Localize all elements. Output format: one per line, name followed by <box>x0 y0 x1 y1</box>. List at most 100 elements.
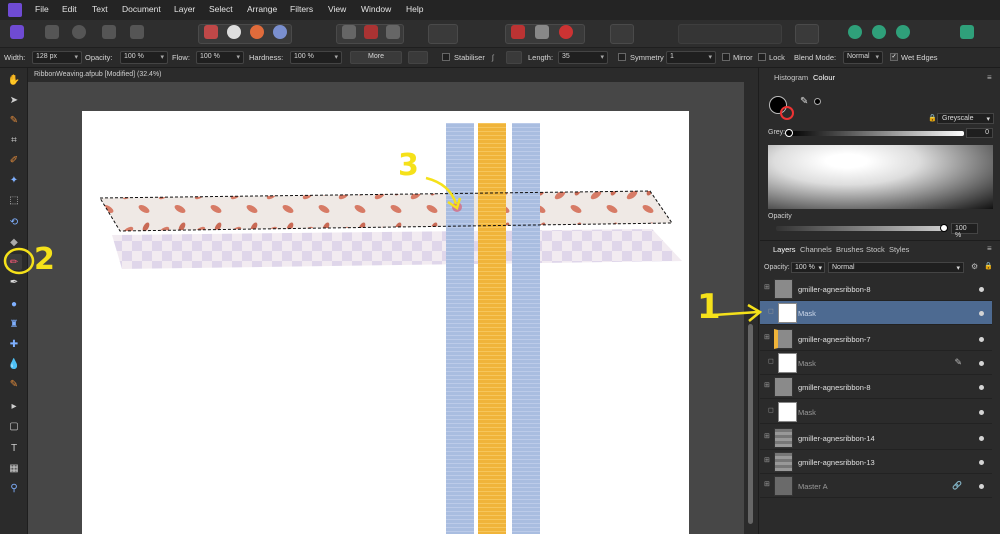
colour-opacity-slider[interactable] <box>776 226 944 231</box>
eyedropper-icon[interactable]: ✎ <box>800 96 808 107</box>
assistant-icon[interactable] <box>511 25 525 39</box>
menu-view[interactable]: View <box>328 4 346 14</box>
layer-row[interactable]: ⊞ gmiller-agnesribbon-8 <box>760 375 992 399</box>
colour-picker-tool-icon[interactable]: ✎ <box>6 112 22 128</box>
layer-row[interactable]: ◻ Mask ✎ <box>760 351 992 375</box>
contrast-icon[interactable] <box>227 25 241 39</box>
healing-tool-icon[interactable]: ✚ <box>6 336 22 352</box>
sync-icon[interactable] <box>102 25 116 39</box>
recent-colour-swatch[interactable] <box>814 98 821 105</box>
visibility-icon[interactable] <box>979 287 984 292</box>
colour-opacity-knob[interactable] <box>940 224 948 232</box>
menu-text[interactable]: Text <box>92 4 108 14</box>
layers-menu-icon[interactable]: ≡ <box>987 244 992 253</box>
stroke-colour-swatch[interactable] <box>780 106 794 120</box>
align-button[interactable] <box>795 24 819 44</box>
studio-icon-2[interactable] <box>872 25 886 39</box>
marquee-tool-icon[interactable]: ⬚ <box>6 192 22 208</box>
menu-edit[interactable]: Edit <box>62 4 77 14</box>
menu-document[interactable]: Document <box>122 4 161 14</box>
layer-row[interactable]: ⊞ gmiller-agnesribbon-8 <box>760 277 992 301</box>
expand-icon[interactable]: ⊞ <box>764 381 770 389</box>
document-tab[interactable]: RibbonWeaving.afpub [Modified] (32.4%) <box>28 68 758 82</box>
tab-colour[interactable]: Colour <box>813 73 835 82</box>
tab-stock[interactable]: Stock <box>866 245 885 254</box>
visibility-icon[interactable] <box>979 311 984 316</box>
colour-wheel-icon[interactable] <box>250 25 264 39</box>
symmetry-field[interactable]: 1 ▾ <box>666 51 716 64</box>
wet-edges-checkbox[interactable]: ✓ <box>890 53 898 61</box>
designer-persona-icon[interactable] <box>72 25 86 39</box>
hand-tool-icon[interactable]: ✋ <box>6 72 22 88</box>
lock-checkbox[interactable] <box>758 53 766 61</box>
levels-icon[interactable] <box>204 25 218 39</box>
smudge-tool-icon[interactable]: ✎ <box>6 376 22 392</box>
menu-filters[interactable]: Filters <box>290 4 313 14</box>
freehand-selection-tool-icon[interactable]: ⟲ <box>6 214 22 230</box>
menu-arrange[interactable]: Arrange <box>247 4 277 14</box>
quick-mask-button[interactable] <box>428 24 458 44</box>
text-tool-icon[interactable]: T <box>6 440 22 456</box>
tab-layers[interactable]: Layers <box>773 245 796 254</box>
menu-window[interactable]: Window <box>361 4 391 14</box>
menu-help[interactable]: Help <box>406 4 423 14</box>
lock-icon[interactable]: 🔒 <box>928 114 937 122</box>
stabiliser-checkbox[interactable] <box>442 53 450 61</box>
visibility-icon[interactable] <box>979 385 984 390</box>
account-icon[interactable] <box>960 25 974 39</box>
menu-select[interactable]: Select <box>209 4 233 14</box>
colour-mode-select[interactable]: Greyscale ▾ <box>937 113 994 124</box>
layer-opacity-field[interactable]: 100 % ▾ <box>791 262 825 273</box>
invert-selection-icon[interactable] <box>386 25 400 39</box>
selection-brush-tool-icon[interactable]: ✐ <box>6 152 22 168</box>
layer-row[interactable]: ⊞ gmiller-agnesribbon-7 <box>760 327 992 351</box>
rope-mode-icon[interactable]: ʃ <box>492 53 494 62</box>
menu-file[interactable]: File <box>35 4 49 14</box>
photo-persona-icon[interactable] <box>45 25 59 39</box>
tab-styles[interactable]: Styles <box>889 245 909 254</box>
panel-menu-icon[interactable]: ≡ <box>987 73 992 82</box>
node-tool-icon[interactable]: ▸ <box>6 398 22 414</box>
layer-blend-select[interactable]: Normal ▾ <box>828 262 964 273</box>
blend-mode-select[interactable]: Normal ▾ <box>843 51 883 64</box>
lock-layer-icon[interactable]: 🔒 <box>984 262 993 270</box>
blur-tool-icon[interactable]: 💧 <box>6 356 22 372</box>
snapping-icon[interactable] <box>559 25 573 39</box>
preflight-button[interactable] <box>610 24 634 44</box>
tab-histogram[interactable]: Histogram <box>774 73 808 82</box>
layer-row[interactable]: ⊞ gmiller-agnesribbon-13 <box>760 450 992 474</box>
tab-channels[interactable]: Channels <box>800 245 832 254</box>
deselect-icon[interactable] <box>364 25 378 39</box>
symmetry-checkbox[interactable] <box>618 53 626 61</box>
layer-row[interactable]: ◻ Mask <box>760 400 992 424</box>
expand-icon[interactable]: ⊞ <box>764 333 770 341</box>
expand-icon[interactable]: ⊞ <box>764 456 770 464</box>
force-pixel-icon[interactable] <box>535 25 549 39</box>
move-tool-icon[interactable]: ➤ <box>6 92 22 108</box>
publisher-persona-icon[interactable] <box>10 25 24 39</box>
more-button[interactable]: More <box>350 51 402 64</box>
visibility-icon[interactable] <box>979 410 984 415</box>
window-mode-button[interactable] <box>506 51 522 64</box>
hardness-field[interactable]: 100 % ▾ <box>290 51 342 64</box>
layer-row[interactable]: ⊞ gmiller-agnesribbon-14 <box>760 426 992 450</box>
layer-row[interactable]: ⊞ Master A 🔗 <box>760 474 992 498</box>
visibility-icon[interactable] <box>979 337 984 342</box>
flow-field[interactable]: 100 % ▾ <box>196 51 244 64</box>
visibility-icon[interactable] <box>979 460 984 465</box>
tab-brushes[interactable]: Brushes <box>836 245 864 254</box>
mirror-checkbox[interactable] <box>722 53 730 61</box>
expand-icon[interactable]: ⊞ <box>764 283 770 291</box>
grey-value-field[interactable]: 0 <box>966 128 993 138</box>
expand-icon[interactable]: ⊞ <box>764 480 770 488</box>
dodge-tool-icon[interactable]: ● <box>6 296 22 312</box>
gear-icon[interactable]: ⚙ <box>971 262 978 271</box>
export-icon[interactable] <box>130 25 144 39</box>
studio-icon-1[interactable] <box>848 25 862 39</box>
length-field[interactable]: 35 ▾ <box>558 51 608 64</box>
grey-slider[interactable] <box>788 131 964 136</box>
erase-brush-tool-icon[interactable]: ✒ <box>6 274 22 290</box>
width-field[interactable]: 128 px ▾ <box>32 51 82 64</box>
flood-select-tool-icon[interactable]: ✦ <box>6 172 22 188</box>
rectangle-tool-icon[interactable]: ▢ <box>6 418 22 434</box>
